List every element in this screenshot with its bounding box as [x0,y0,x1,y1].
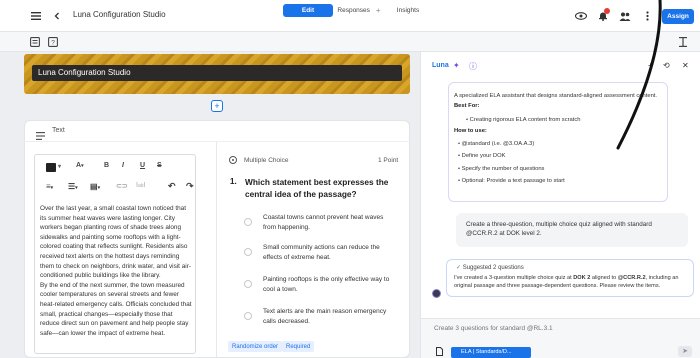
view-toolbar [0,32,700,52]
best-for-item-text: Creating rigorous ELA content from scrat… [469,117,581,123]
reply-dok: DOK 2 [573,275,591,281]
passage-text: Over the last year, a small coastal town… [40,204,192,338]
tab-edit[interactable]: Edit [283,4,333,17]
font-size-icon[interactable]: A▾ [76,162,84,169]
card-header [24,120,410,142]
preview-eye-icon[interactable] [574,9,588,23]
align-icon[interactable]: ≡▾ [46,182,53,191]
option-text[interactable]: Text alerts are the main reason emergenc… [263,307,393,326]
indent-icon[interactable]: ▤▾ [90,182,100,191]
suggestion-status-text: Suggested 2 questions [462,265,524,271]
hamburger-menu-icon[interactable] [29,9,43,23]
how-to-item: • Optional: Provide a text passage to st… [458,178,565,184]
how-to-item: • @standard (i.e. @3.OA.A.3) [458,141,535,147]
link-icon[interactable]: ⊂⊃ [116,182,128,190]
tab-insights[interactable]: Insights [390,4,426,17]
how-to-item: • Specify the number of questions [458,166,545,172]
reply-segment: aligned to [590,275,618,281]
reply-segment: I've created a 3-question multiple choic… [454,275,574,281]
reply-standard: @CCR.R.2 [617,275,646,281]
banner-title: Luna Configuration Studio [38,68,131,77]
how-to-item: • Define your DOK [458,153,506,159]
back-arrow-icon[interactable] [50,9,64,23]
add-response-icon: + [375,6,381,15]
send-icon[interactable]: ➤ [678,346,692,357]
option-text[interactable]: Small community actions can reduce the e… [263,243,393,262]
question-points[interactable]: 1 Point [378,157,398,164]
assistant-reply-text: I've created a 3-question multiple choic… [454,274,690,290]
best-for-heading: Best For: [454,103,480,109]
user-message-text: Create a three-question, multiple choice… [466,221,652,237]
option-radio[interactable] [244,248,252,256]
question-number: 1. [230,177,237,186]
clear-format-icon[interactable]: IabI [136,182,145,189]
multiple-choice-icon [229,156,237,164]
assistant-avatar [432,289,441,298]
underline-icon[interactable]: U [140,162,145,169]
italic-icon[interactable]: I [122,162,124,169]
how-to-item-text: Define your DOK [461,153,506,159]
outline-view-icon[interactable] [28,35,42,49]
check-icon: ✓ [456,265,462,271]
required-tag[interactable]: Required [282,341,315,352]
app-title: Luna Configuration Studio [73,10,166,19]
passage-paragraph: Over the last year, a small coastal town… [40,205,191,280]
text-color-swatch[interactable] [46,163,56,172]
question-prompt[interactable]: Which statement best expresses the centr… [245,176,395,200]
option-radio[interactable] [244,218,252,226]
question-help-icon[interactable]: ? [46,35,60,49]
assign-button[interactable]: Assign [662,9,694,24]
how-to-item-text: Optional: Provide a text passage to star… [461,178,565,184]
assistant-name: Luna [432,62,449,69]
context-chip[interactable]: ELA | Standards/D... [451,347,531,358]
collaborators-icon[interactable] [618,9,632,23]
chevron-down-icon[interactable]: ▾ [58,163,61,170]
add-block-button[interactable]: + [211,100,223,112]
redo-icon[interactable]: ↷ [186,181,194,192]
best-for-item: • Creating rigorous ELA content from scr… [466,117,581,123]
option-radio[interactable] [244,312,252,320]
tab-responses-label: Responses [337,7,370,14]
how-to-item-text: @standard (i.e. @3.OA.A.3) [461,141,535,147]
notification-badge [604,8,610,14]
undo-icon[interactable]: ↶ [168,181,176,192]
strikethrough-icon[interactable]: S [157,162,162,169]
bold-icon[interactable]: B [104,162,109,169]
column-divider [216,142,217,358]
option-text[interactable]: Coastal towns cannot prevent heat waves … [263,213,393,232]
passage-paragraph: By the end of the next summer, the town … [40,281,192,337]
how-to-heading: How to use: [454,128,487,134]
more-vertical-icon[interactable] [640,9,654,23]
info-icon[interactable]: ⓘ [469,61,477,72]
option-text[interactable]: Painting rooftops is the only effective … [263,275,393,294]
list-icon[interactable]: ☰▾ [68,182,78,191]
suggestion-status: ✓ Suggested 2 questions [456,264,524,271]
chat-input[interactable] [434,325,674,332]
attach-file-icon[interactable] [436,347,443,358]
sparkle-icon[interactable]: ✦ [453,61,460,70]
how-to-item-text: Specify the number of questions [461,166,545,172]
question-type[interactable]: Multiple Choice [244,157,288,164]
text-lines-icon [36,127,45,140]
option-radio[interactable] [244,280,252,288]
randomize-order-tag[interactable]: Randomize order [228,341,283,352]
text-cursor-icon[interactable] [676,35,690,49]
card-header-label: Text [52,127,65,134]
close-icon[interactable]: ✕ [682,61,689,70]
intro-text: A specialized ELA assistant that designs… [454,93,658,99]
svg-text:?: ? [51,40,55,47]
new-chat-plus-icon[interactable]: + [648,61,653,70]
history-icon[interactable]: ⟲ [663,61,670,70]
tab-responses[interactable]: Responses + [336,4,382,17]
